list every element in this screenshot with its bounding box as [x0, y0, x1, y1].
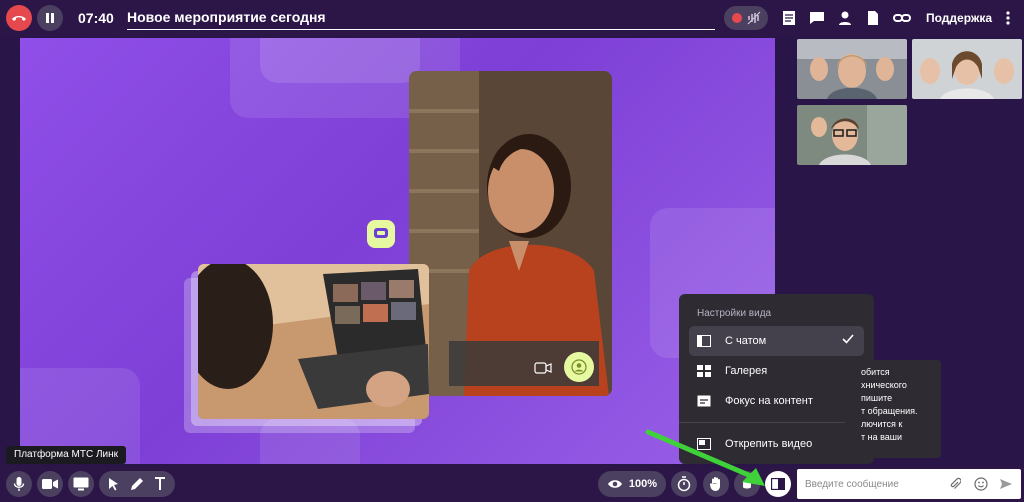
cursor-arrow-icon [109, 478, 118, 491]
participant-video [797, 105, 907, 165]
pause-button[interactable] [37, 5, 63, 31]
drawing-tools-group [99, 471, 175, 497]
laptop-call-photo [198, 264, 429, 419]
participant-tile[interactable] [797, 39, 907, 99]
menu-item-gallery[interactable]: Галерея [689, 356, 864, 386]
participant-video [797, 39, 907, 99]
pointer-tool-button[interactable] [108, 477, 120, 491]
more-menu-icon[interactable] [999, 9, 1017, 27]
link-icon[interactable] [893, 9, 911, 27]
gallery-icon [697, 364, 711, 378]
support-link[interactable]: Поддержка [926, 11, 992, 25]
stopwatch-icon [677, 476, 691, 492]
document-icon[interactable] [864, 9, 882, 27]
checkmark-icon [842, 334, 854, 344]
camera-button[interactable] [37, 471, 63, 497]
menu-item-label: Фокус на контент [725, 395, 813, 407]
pause-icon [46, 13, 54, 23]
event-title: Новое мероприятие сегодня [127, 9, 326, 25]
notice-line: обится [861, 367, 890, 377]
emoji-icon[interactable] [973, 476, 989, 492]
zoom-value: 100% [628, 478, 658, 490]
raised-hand-icon [709, 477, 720, 491]
microphone-button[interactable] [6, 471, 32, 497]
view-layout-button[interactable] [765, 471, 791, 497]
participant-tile[interactable] [797, 105, 907, 165]
raise-hand-button[interactable] [703, 471, 729, 497]
screen-share-button[interactable] [68, 471, 94, 497]
chat-icon[interactable] [808, 9, 826, 27]
screen-share-icon [73, 477, 89, 491]
sticker-reaction[interactable] [367, 220, 395, 248]
notice-line: хнического [861, 380, 907, 390]
split-view-icon [771, 478, 785, 490]
timer-button[interactable] [671, 471, 697, 497]
menu-item-label: Открепить видео [725, 438, 813, 450]
pen-tool-button[interactable] [130, 477, 144, 491]
background-shape [260, 38, 420, 83]
platform-tooltip: Платформа МТС Линк [6, 446, 126, 464]
chat-message-input[interactable] [805, 478, 945, 490]
notice-line: т обращения. [861, 406, 918, 416]
split-view-icon [697, 334, 711, 348]
hang-up-icon [12, 16, 26, 21]
call-timer: 07:40 [78, 10, 114, 26]
presentation-stage [20, 38, 775, 464]
detach-video-icon [697, 437, 711, 451]
menu-item-label: С чатом [725, 335, 767, 347]
notice-line: лючится к [861, 419, 903, 429]
viewers-zoom-indicator[interactable]: 100% [598, 471, 666, 497]
send-icon[interactable] [998, 476, 1014, 492]
chat-bubble-icon [374, 228, 388, 238]
reactions-button[interactable] [734, 471, 760, 497]
pencil-icon [131, 478, 143, 490]
profile-avatar-button[interactable] [564, 352, 594, 382]
top-bar: 07:40 Новое мероприятие сегодня Поддержк… [0, 0, 1024, 36]
chat-notice-panel: обится хнического пишите т обращения. лю… [845, 360, 941, 458]
camera-icon [534, 362, 552, 374]
woman-at-laptop-image [409, 71, 612, 396]
video-camera-icon [42, 479, 58, 489]
event-title-field[interactable]: Новое мероприятие сегодня [127, 8, 715, 30]
notice-line: т на ваши [861, 432, 903, 442]
record-icon [731, 13, 742, 23]
notice-line: пишите [861, 393, 893, 403]
microphone-icon [13, 477, 25, 491]
hang-up-button[interactable] [6, 5, 32, 31]
presenter-photo [409, 71, 612, 396]
reaction-icon [743, 478, 751, 489]
text-tool-button[interactable] [154, 477, 166, 491]
menu-title: Настройки вида [697, 308, 772, 319]
recording-toggle[interactable] [724, 6, 768, 30]
eye-icon [607, 480, 622, 488]
text-icon [155, 477, 165, 490]
chat-message-box [797, 469, 1021, 499]
user-circle-icon [571, 359, 587, 375]
notes-icon[interactable] [780, 9, 798, 27]
attach-file-icon[interactable] [947, 476, 963, 492]
menu-item-label: Галерея [725, 365, 768, 377]
participant-video [912, 39, 1022, 99]
menu-item-with-chat[interactable]: С чатом [689, 326, 864, 356]
menu-item-focus-content[interactable]: Фокус на контент [689, 386, 864, 416]
participants-icon[interactable] [836, 9, 854, 27]
menu-item-detach-video[interactable]: Открепить видео [689, 429, 864, 459]
audio-wave-icon [747, 11, 760, 25]
focus-content-icon [697, 394, 711, 408]
participant-tile[interactable] [912, 39, 1022, 99]
man-at-laptop-image [198, 264, 429, 419]
